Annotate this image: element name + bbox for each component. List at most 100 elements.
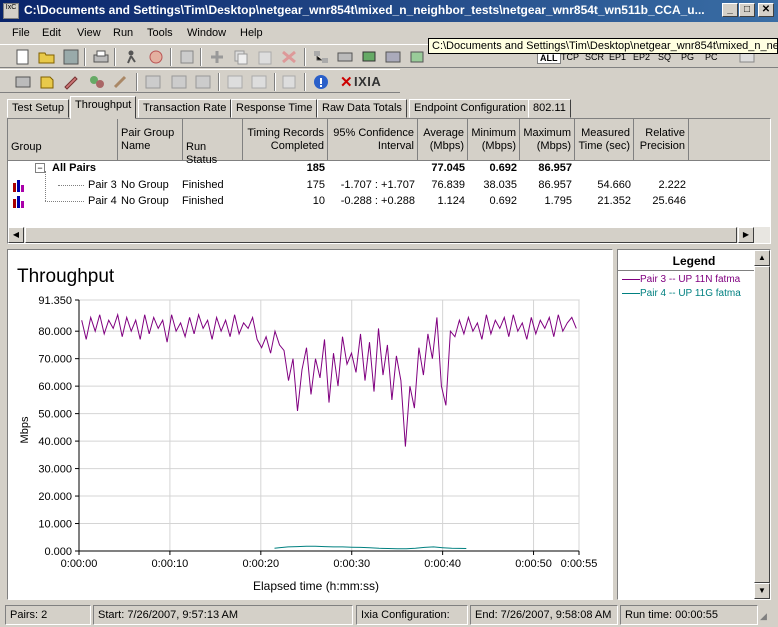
add-pair-icon[interactable] (208, 49, 226, 65)
info-icon[interactable] (312, 74, 330, 90)
app-icon[interactable]: IxC (3, 3, 19, 19)
col-header-minimum[interactable]: Minimum (Mbps) (468, 119, 520, 161)
title-bar: IxC C:\Documents and Settings\Tim\Deskto… (0, 0, 778, 22)
minimize-button[interactable]: _ (722, 3, 738, 17)
paste-icon[interactable] (256, 49, 274, 65)
scroll-left-button[interactable]: ◀ (8, 227, 24, 243)
y-tick-label: 50.000 (38, 409, 72, 421)
x-tick-label: 0:00:30 (333, 558, 370, 570)
window-title: C:\Documents and Settings\Tim\Desktop\ne… (24, 3, 705, 17)
col-header-maximum[interactable]: Maximum (Mbps) (520, 119, 575, 161)
resize-grip[interactable]: ◢ (760, 611, 774, 625)
endpoint-icon[interactable] (312, 49, 330, 65)
legend-vertical-scrollbar[interactable]: ▲ ▼ (754, 250, 770, 599)
col-header-average[interactable]: Average (Mbps) (418, 119, 468, 161)
col-header-timing-records[interactable]: Timing Records Completed (243, 119, 328, 161)
table-horizontal-scrollbar[interactable]: ◀ ▶ (8, 227, 770, 243)
layout-icon-2[interactable] (250, 74, 268, 90)
menu-help[interactable]: Help (240, 27, 263, 39)
col-header-run-status[interactable]: Run Status (183, 119, 243, 166)
options-icon[interactable] (14, 74, 32, 90)
col-header-measured-time[interactable]: Measured Time (sec) (575, 119, 634, 161)
pair-maximum: 86.957 (538, 179, 572, 191)
menu-tools[interactable]: Tools (147, 27, 173, 39)
tab-test-setup[interactable]: Test Setup (7, 99, 69, 118)
y-tick-label: 80.000 (38, 326, 72, 338)
grid-icon-2[interactable] (170, 74, 188, 90)
y-axis-ticks: 0.000 10.000 20.000 30.000 40.000 50.000 60.00… (38, 295, 79, 558)
series-line-pair-3 (81, 312, 577, 447)
pair-icon[interactable] (408, 49, 426, 65)
status-pairs: Pairs: 2 (5, 605, 91, 625)
pair-precision: 2.222 (658, 179, 686, 191)
legend-item-pair-3[interactable]: Pair 3 -- UP 11N fatma (622, 274, 752, 285)
col-header-confidence[interactable]: 95% Confidence Interval (328, 119, 418, 161)
open-folder-icon[interactable] (38, 49, 56, 65)
y-tick-label: 0.000 (44, 546, 72, 558)
edit-pair-icon[interactable] (62, 74, 80, 90)
copy-icon[interactable] (232, 49, 250, 65)
x-tick-label: 0:00:55 (561, 558, 598, 570)
tab-endpoint-configuration[interactable]: Endpoint Configuration (409, 99, 531, 118)
tools-icon[interactable] (112, 74, 130, 90)
tab-802-11[interactable]: 802.11 (528, 99, 571, 118)
y-tick-label: 30.000 (38, 464, 72, 476)
pair-minimum: 38.035 (483, 179, 517, 191)
summary-minimum: 0.692 (489, 162, 517, 174)
pair-name[interactable]: Pair 3 (88, 179, 117, 191)
pair-records: 10 (312, 195, 325, 207)
pair-records: 175 (306, 179, 325, 191)
col-header-relative-precision[interactable]: Relative Precision (634, 119, 689, 161)
legend-scroll-thumb[interactable] (754, 266, 770, 583)
link-icon[interactable] (384, 49, 402, 65)
grid-icon-3[interactable] (194, 74, 212, 90)
monitor-icon[interactable] (360, 49, 378, 65)
tab-raw-data-totals[interactable]: Raw Data Totals (317, 99, 407, 118)
refresh-icon[interactable] (178, 49, 196, 65)
tab-response-time[interactable]: Response Time (231, 99, 318, 118)
status-run-time: Run time: 00:00:55 (620, 605, 758, 625)
menu-view[interactable]: View (77, 27, 101, 39)
run-icon[interactable] (122, 49, 140, 65)
pair-group: No Group (121, 179, 169, 191)
maximize-button[interactable]: □ (739, 3, 755, 17)
pair-time: 54.660 (597, 179, 631, 191)
col-header-pair-group-name[interactable]: Pair Group Name (118, 119, 183, 161)
pair-name[interactable]: Pair 4 (88, 195, 117, 207)
close-button[interactable]: ✕ (758, 3, 774, 17)
menu-edit[interactable]: Edit (42, 27, 61, 39)
menu-file[interactable]: File (12, 27, 30, 39)
all-pairs-label[interactable]: All Pairs (52, 162, 96, 174)
collapse-toggle[interactable]: − (35, 163, 45, 173)
status-start: Start: 7/26/2007, 9:57:13 AM (93, 605, 353, 625)
legend-panel: Legend Pair 3 -- UP 11N fatma Pair 4 -- … (617, 249, 771, 600)
script-icon[interactable] (38, 74, 56, 90)
delete-icon[interactable] (280, 49, 298, 65)
stop-icon[interactable] (147, 49, 165, 65)
report-icon[interactable] (280, 74, 298, 90)
traffic-icon[interactable] (88, 74, 106, 90)
legend-scroll-down-button[interactable]: ▼ (754, 583, 770, 599)
grid-icon-1[interactable] (144, 74, 162, 90)
scroll-right-button[interactable]: ▶ (738, 227, 754, 243)
status-ixia-config: Ixia Configuration: (356, 605, 468, 625)
y-tick-label: 40.000 (38, 436, 72, 448)
chart-title: Throughput (17, 266, 115, 287)
ixia-logo-text: IXIA (354, 74, 382, 89)
legend-item-pair-4[interactable]: Pair 4 -- UP 11G fatma (622, 288, 752, 299)
menu-run[interactable]: Run (113, 27, 133, 39)
menu-window[interactable]: Window (187, 27, 226, 39)
scroll-thumb[interactable] (25, 227, 737, 243)
new-file-icon[interactable] (14, 49, 32, 65)
legend-scroll-up-button[interactable]: ▲ (754, 250, 770, 266)
pair-confidence: -0.288 : +0.288 (340, 195, 415, 207)
tab-throughput[interactable]: Throughput (70, 96, 137, 119)
tab-transaction-rate[interactable]: Transaction Rate (138, 99, 232, 118)
save-icon[interactable] (62, 49, 80, 65)
series-line-pair-4 (274, 545, 467, 550)
layout-icon-1[interactable] (226, 74, 244, 90)
print-icon[interactable] (92, 49, 110, 65)
network-icon[interactable] (336, 49, 354, 65)
col-header-group[interactable]: Group (8, 119, 118, 161)
results-table: Group Pair Group Name Run Status Timing … (7, 118, 771, 244)
